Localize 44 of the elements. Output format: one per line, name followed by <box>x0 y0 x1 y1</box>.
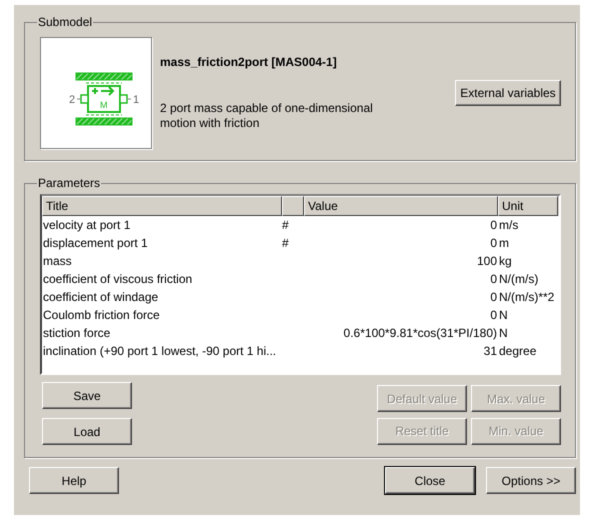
mass-label: M <box>100 100 108 110</box>
group-title: Parameters <box>37 176 102 190</box>
parameter-unit: m <box>499 236 509 250</box>
dialog-button[interactable]: Help <box>29 467 119 494</box>
external-variables-button[interactable]: External variables <box>455 80 561 106</box>
dialog-button[interactable]: Close <box>385 467 475 494</box>
dialog-button[interactable]: Load <box>42 418 132 445</box>
submodel-name: mass_friction2port [MAS004-1] <box>160 55 338 69</box>
parameter-unit: degree <box>499 344 536 358</box>
parameter-title: mass <box>43 254 72 268</box>
column-header[interactable] <box>282 196 304 216</box>
parameter-title: stiction force <box>43 326 110 340</box>
parameter-value: 0 <box>490 290 497 304</box>
parameter-unit: N/(m/s) <box>499 272 538 286</box>
parameter-unit: N <box>499 308 508 322</box>
column-header[interactable]: Unit <box>498 196 558 216</box>
column-header[interactable]: Value <box>304 196 498 216</box>
parameter-title: coefficient of windage <box>43 290 158 304</box>
parameter-value: 0 <box>490 272 497 286</box>
mass-symbol-drawing <box>76 72 132 126</box>
parameter-value: 0 <box>490 236 497 250</box>
parameter-title: velocity at port 1 <box>43 218 130 232</box>
port-label: 1 <box>133 94 140 106</box>
parameter-flag-label: # <box>282 236 289 250</box>
parameter-flag-label: # <box>282 218 289 232</box>
parameter-value: 0 <box>490 308 497 322</box>
parameter-value: 31 <box>484 344 497 358</box>
parameter-title: coefficient of viscous friction <box>43 272 192 286</box>
parameter-unit: N/(m/s)**2 <box>499 290 554 304</box>
parameter-unit: kg <box>499 254 512 268</box>
parameter-title: Coulomb friction force <box>43 308 160 322</box>
dialog-button[interactable]: Save <box>42 382 132 409</box>
dialog-button[interactable]: Options >> <box>486 467 576 494</box>
parameter-value: 0.6*100*9.81*cos(31*PI/180) <box>344 326 497 340</box>
column-header[interactable]: Title <box>42 196 282 216</box>
parameter-value: 0 <box>490 218 497 232</box>
submodel-description: 2 port mass capable of one-dimensional motion with friction <box>160 101 374 131</box>
port-label: 2 <box>69 94 76 106</box>
parameter-title: displacement port 1 <box>43 236 148 250</box>
group-title: Submodel <box>37 15 94 29</box>
parameter-unit: m/s <box>499 218 518 232</box>
parameter-title: inclination (+90 port 1 lowest, -90 port 1 hi... <box>43 344 276 358</box>
parameter-unit: N <box>499 326 508 340</box>
parameter-value: 100 <box>476 254 497 268</box>
